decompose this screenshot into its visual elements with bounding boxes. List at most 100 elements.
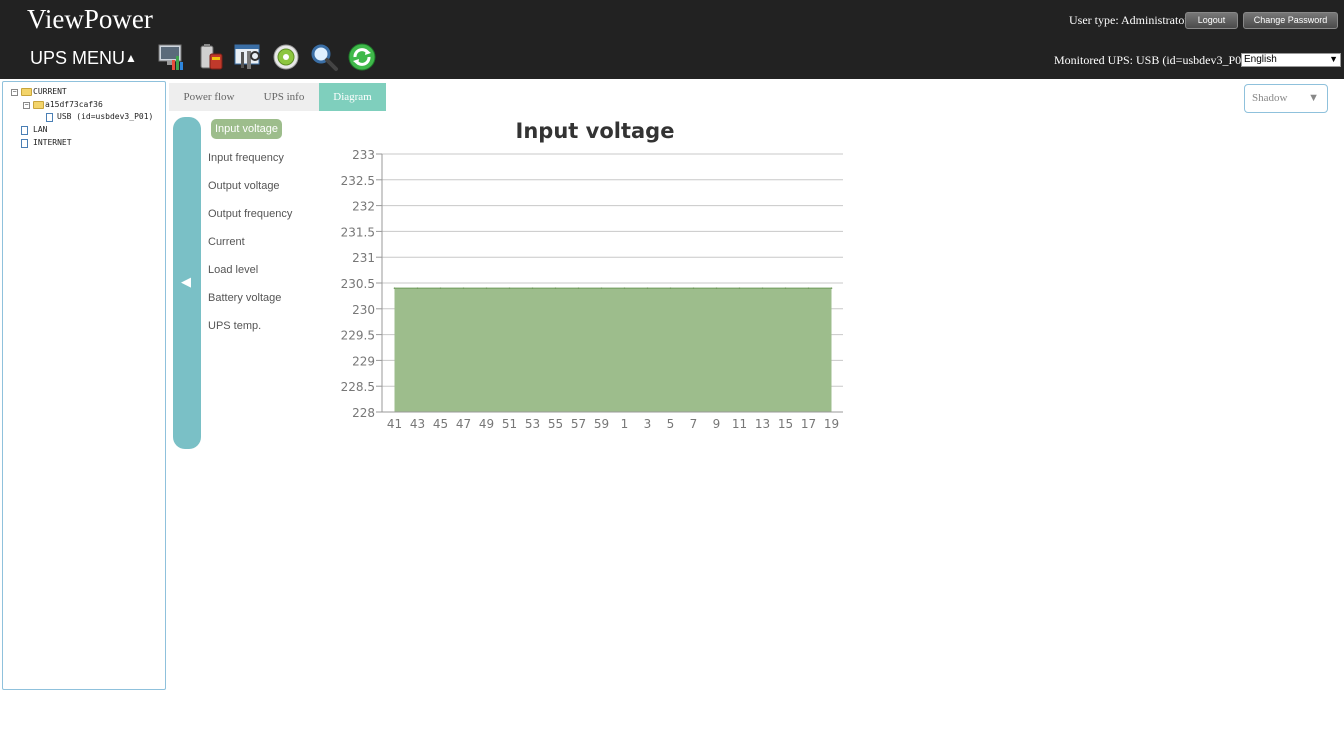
data-point: [393, 287, 396, 289]
y-tick-label: 230: [352, 303, 375, 317]
shadow-select-value: Shadow: [1252, 92, 1288, 104]
x-tick-label: 59: [594, 417, 609, 431]
x-tick-label: 13: [755, 417, 770, 431]
device-tree: − CURRENT − a15df73caf36 USB (id=usbdev3…: [2, 81, 166, 690]
x-tick-label: 47: [456, 417, 471, 431]
app-header: ViewPower UPS MENU▲ User type: Administr…: [0, 0, 1344, 79]
data-point: [554, 287, 557, 289]
chevron-down-icon: ▼: [1308, 92, 1319, 104]
collapse-toggle-icon[interactable]: −: [23, 102, 30, 109]
refresh-icon[interactable]: [347, 42, 377, 72]
ups-menu-toggle[interactable]: UPS MENU▲: [30, 48, 137, 69]
y-tick-label: 232: [352, 200, 375, 214]
language-select-value: English: [1244, 54, 1277, 65]
data-point: [623, 287, 626, 289]
x-tick-label: 49: [479, 417, 494, 431]
x-tick-label: 57: [571, 417, 586, 431]
data-point: [508, 287, 511, 289]
diagram-menu-ups-temp[interactable]: UPS temp.: [208, 320, 261, 332]
tab-power-flow[interactable]: Power flow: [169, 83, 249, 111]
collapse-left-icon: ◀: [181, 274, 191, 289]
data-point: [600, 287, 603, 289]
data-point: [784, 287, 787, 289]
series-area: [394, 288, 832, 412]
x-tick-label: 43: [410, 417, 425, 431]
diagram-menu-input-frequency[interactable]: Input frequency: [208, 152, 284, 164]
diagram-menu-load-level[interactable]: Load level: [208, 264, 258, 276]
shadow-select[interactable]: Shadow ▼: [1244, 84, 1328, 113]
y-tick-label: 228.5: [341, 380, 375, 394]
data-point: [577, 287, 580, 289]
tree-node-lan[interactable]: LAN: [33, 125, 47, 134]
view-tabs: Power flow UPS info Diagram: [169, 83, 386, 111]
y-tick-label: 229: [352, 354, 375, 368]
x-tick-label: 17: [801, 417, 816, 431]
diagram-menu-input-voltage[interactable]: Input voltage: [211, 119, 282, 139]
tree-node-host[interactable]: a15df73caf36: [45, 100, 103, 109]
data-point: [692, 287, 695, 289]
data-point: [807, 287, 810, 289]
diagram-menu-current[interactable]: Current: [208, 236, 245, 248]
folder-icon: [33, 101, 44, 109]
search-magnifier-icon[interactable]: [309, 42, 339, 72]
data-point: [416, 287, 419, 289]
y-tick-label: 231.5: [341, 225, 375, 239]
x-tick-label: 15: [778, 417, 793, 431]
y-tick-label: 228: [352, 406, 375, 420]
data-point: [715, 287, 718, 289]
x-tick-label: 5: [667, 417, 675, 431]
y-tick-label: 229.5: [341, 329, 375, 343]
app-brand: ViewPower: [27, 4, 153, 34]
y-tick-label: 230.5: [341, 277, 375, 291]
x-tick-label: 9: [713, 417, 721, 431]
diagram-menu-collapse-bar[interactable]: ◀: [173, 117, 201, 449]
x-tick-label: 51: [502, 417, 517, 431]
input-voltage-chart: Input voltage 228 228.5 229 229.5 230 230.5 231…: [341, 119, 843, 431]
data-point: [830, 287, 833, 289]
data-point: [738, 287, 741, 289]
change-password-button[interactable]: Change Password: [1243, 12, 1338, 29]
tab-diagram[interactable]: Diagram: [319, 83, 386, 111]
tree-node-current[interactable]: CURRENT: [33, 87, 67, 96]
monitor-chart-icon[interactable]: [157, 42, 187, 72]
monitored-ups-label: Monitored UPS: USB (id=usbdev3_P01): [1054, 53, 1252, 67]
data-point: [485, 287, 488, 289]
user-type-label: User type: Administrator: [1069, 13, 1189, 27]
tree-node-usb-device[interactable]: USB (id=usbdev3_P01): [57, 112, 153, 121]
chevron-down-icon: ▼: [1329, 54, 1338, 64]
data-point: [531, 287, 534, 289]
x-tick-label: 41: [387, 417, 402, 431]
document-icon: [46, 113, 53, 122]
language-select[interactable]: English ▼: [1241, 53, 1341, 67]
ups-menu-label: UPS MENU: [30, 48, 126, 68]
collapse-toggle-icon[interactable]: −: [11, 89, 18, 96]
settings-gear-icon[interactable]: [271, 42, 301, 72]
diagram-menu-output-frequency[interactable]: Output frequency: [208, 208, 292, 220]
x-tick-label: 53: [525, 417, 540, 431]
chart-title: Input voltage: [516, 119, 675, 143]
ups-menu-arrow-icon: ▲: [125, 51, 137, 65]
data-point: [761, 287, 764, 289]
x-tick-label: 19: [824, 417, 839, 431]
data-point: [646, 287, 649, 289]
x-tick-label: 7: [690, 417, 698, 431]
x-tick-label: 3: [644, 417, 652, 431]
x-tick-label: 11: [732, 417, 747, 431]
folder-icon: [21, 88, 32, 96]
diagram-menu-output-voltage[interactable]: Output voltage: [208, 180, 280, 192]
x-tick-label: 55: [548, 417, 563, 431]
data-point: [462, 287, 465, 289]
data-point: [669, 287, 672, 289]
data-point: [439, 287, 442, 289]
logout-button[interactable]: Logout: [1185, 12, 1238, 29]
tab-ups-info[interactable]: UPS info: [249, 83, 319, 111]
battery-stack-icon[interactable]: [196, 42, 226, 72]
config-tools-icon[interactable]: [233, 42, 263, 72]
document-icon: [21, 139, 28, 148]
diagram-menu-battery-voltage[interactable]: Battery voltage: [208, 292, 281, 304]
y-tick-label: 233: [352, 148, 375, 162]
y-tick-label: 232.5: [341, 174, 375, 188]
tree-node-internet[interactable]: INTERNET: [33, 138, 72, 147]
x-tick-label: 1: [621, 417, 629, 431]
document-icon: [21, 126, 28, 135]
